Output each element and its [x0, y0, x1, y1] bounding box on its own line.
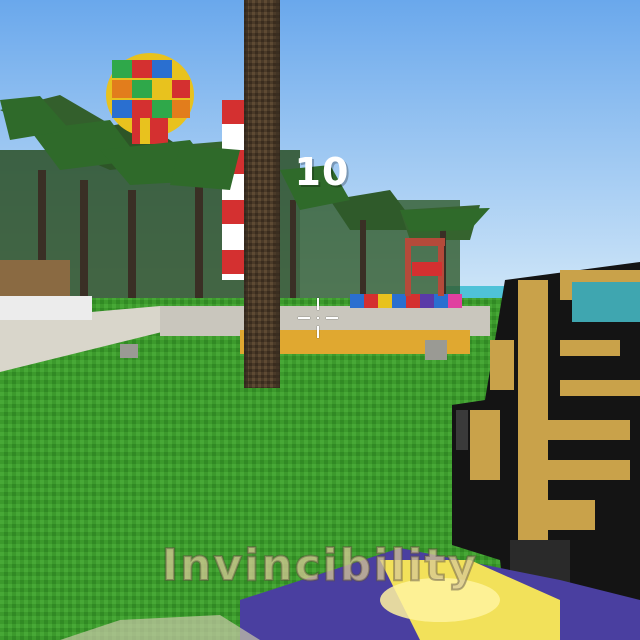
kill-counter: 10	[294, 150, 350, 194]
crosshair-icon	[296, 296, 340, 340]
powerup-banner: Invincibility	[161, 539, 479, 592]
game-viewport[interactable]: 10 Invincibility	[0, 0, 640, 640]
wall-left	[0, 296, 92, 320]
colored-cubes	[350, 294, 462, 308]
palm-trunk-foreground	[244, 0, 280, 388]
hut	[0, 260, 70, 300]
